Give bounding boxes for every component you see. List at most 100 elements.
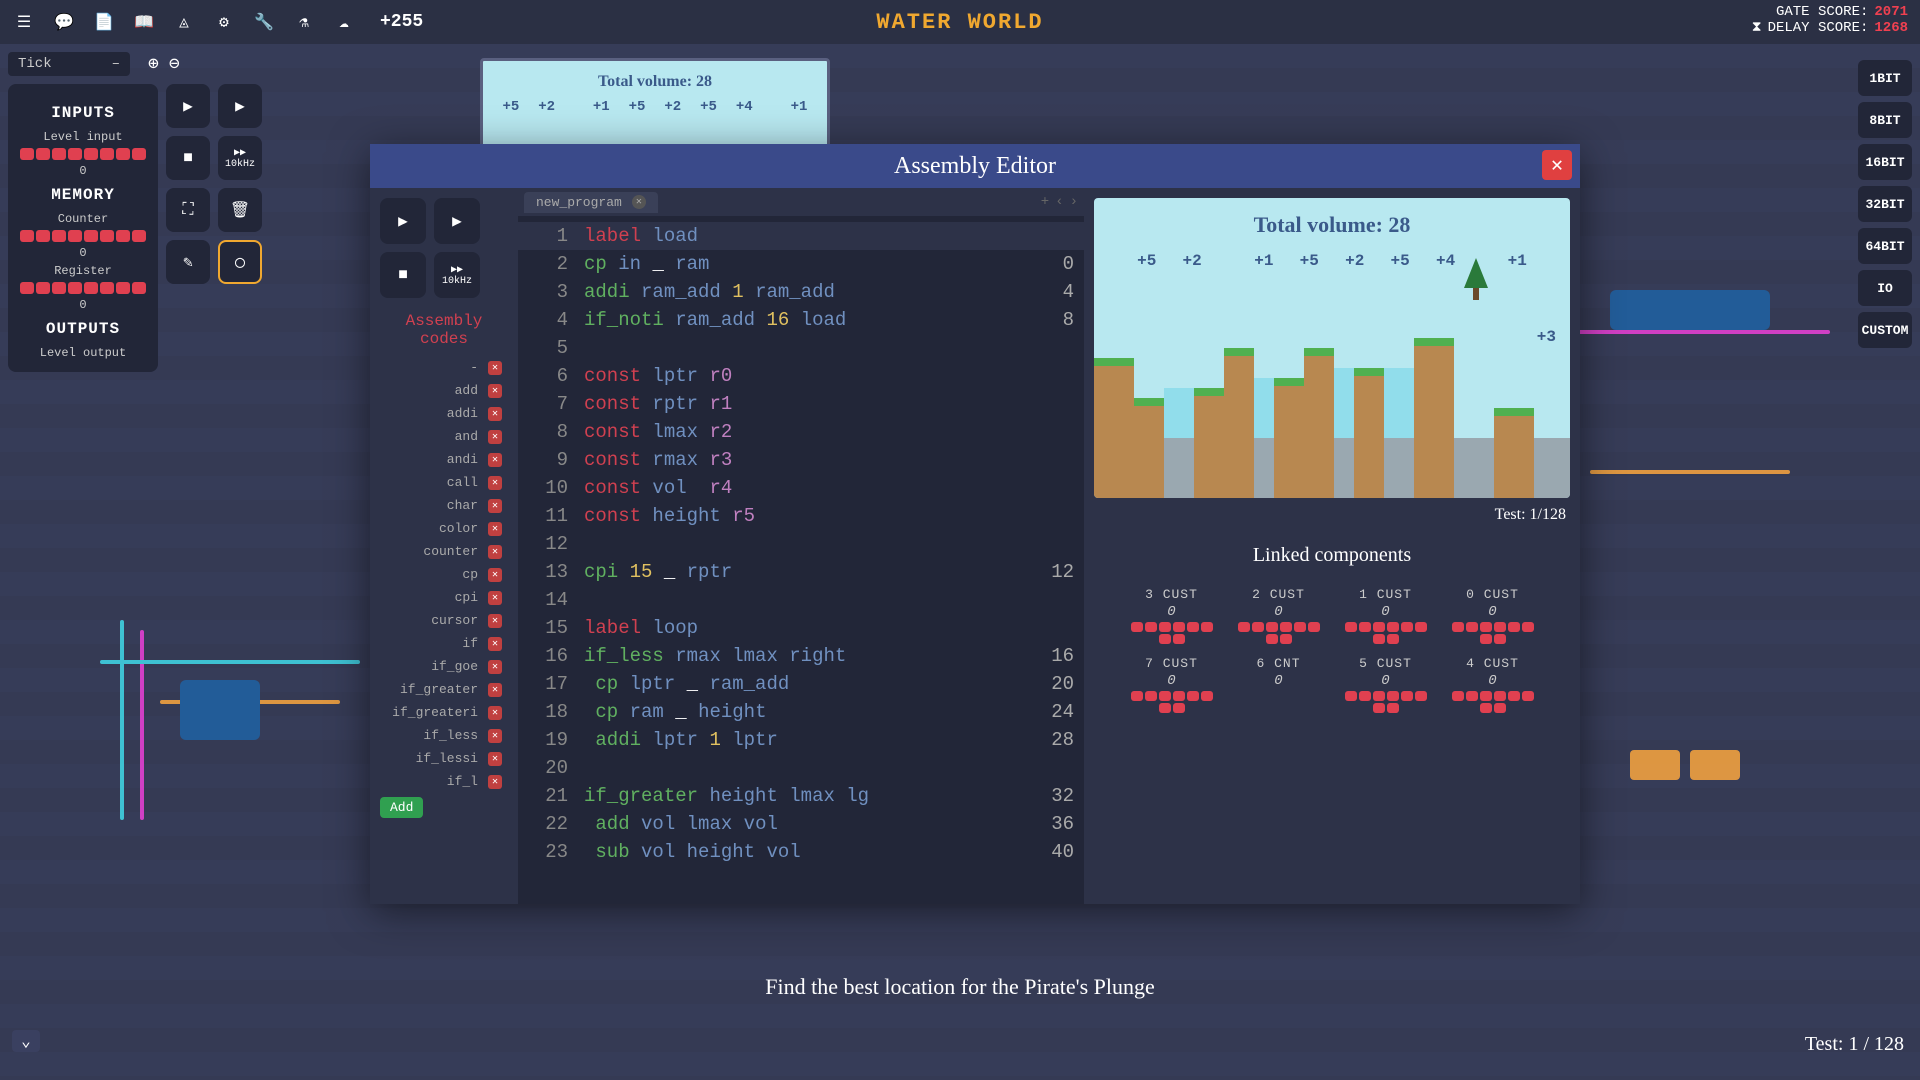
tab-close-icon[interactable]: ✕ xyxy=(632,195,646,209)
zoom-in-icon[interactable]: ⊕ xyxy=(148,53,159,75)
code-line[interactable]: 8const lmax r2 xyxy=(518,418,1084,446)
asm-delete-icon[interactable]: ✕ xyxy=(488,545,502,559)
code-line[interactable]: 9const rmax r3 xyxy=(518,446,1084,474)
fast-button[interactable]: ▶▶10kHz xyxy=(218,136,262,180)
code-line[interactable]: 21if_greater height lmax lg32 xyxy=(518,782,1084,810)
code-line[interactable]: 7const rptr r1 xyxy=(518,390,1084,418)
asm-delete-icon[interactable]: ✕ xyxy=(488,384,502,398)
code-line[interactable]: 1label load xyxy=(518,222,1084,250)
bit-32[interactable]: 32BIT xyxy=(1858,186,1912,222)
asm-item-add[interactable]: add✕ xyxy=(380,381,508,400)
asm-item-addi[interactable]: addi✕ xyxy=(380,404,508,423)
code-line[interactable]: 15label loop xyxy=(518,614,1084,642)
book-icon[interactable]: 📖 xyxy=(132,10,156,34)
code-line[interactable]: 6const lptr r0 xyxy=(518,362,1084,390)
code-line[interactable]: 22 add vol lmax vol36 xyxy=(518,810,1084,838)
code-line[interactable]: 19 addi lptr 1 lptr28 xyxy=(518,726,1084,754)
code-line[interactable]: 13cpi 15 _ rptr12 xyxy=(518,558,1084,586)
code-line[interactable]: 2cp in _ ram0 xyxy=(518,250,1084,278)
code-line[interactable]: 14 xyxy=(518,586,1084,614)
add-opcode-button[interactable]: Add xyxy=(380,797,423,818)
tick-selector[interactable]: Tick – xyxy=(8,52,130,76)
asm-item-counter[interactable]: counter✕ xyxy=(380,542,508,561)
editor-stop-button[interactable]: ■ xyxy=(380,252,426,298)
code-editor[interactable]: 1label load2cp in _ ram03addi ram_add 1 … xyxy=(518,216,1084,904)
gear-icon[interactable]: ⚙ xyxy=(212,10,236,34)
asm-delete-icon[interactable]: ✕ xyxy=(488,591,502,605)
asm-delete-icon[interactable]: ✕ xyxy=(488,361,502,375)
bit-8[interactable]: 8BIT xyxy=(1858,102,1912,138)
chat-icon[interactable]: 💬 xyxy=(52,10,76,34)
asm-item-if_greater[interactable]: if_greater✕ xyxy=(380,680,508,699)
asm-delete-icon[interactable]: ✕ xyxy=(488,683,502,697)
asm-delete-icon[interactable]: ✕ xyxy=(488,706,502,720)
asm-delete-icon[interactable]: ✕ xyxy=(488,775,502,789)
bit-custom[interactable]: CUSTOM xyxy=(1858,312,1912,348)
editor-fast-button[interactable]: ▶▶10kHz xyxy=(434,252,480,298)
asm-item-if_l[interactable]: if_l✕ xyxy=(380,772,508,791)
asm-delete-icon[interactable]: ✕ xyxy=(488,568,502,582)
asm-delete-icon[interactable]: ✕ xyxy=(488,614,502,628)
asm-item-cpi[interactable]: cpi✕ xyxy=(380,588,508,607)
tab-new-program[interactable]: new_program ✕ xyxy=(524,192,658,213)
code-line[interactable]: 10const vol r4 xyxy=(518,474,1084,502)
asm-delete-icon[interactable]: ✕ xyxy=(488,637,502,651)
code-line[interactable]: 4if_noti ram_add 16 load8 xyxy=(518,306,1084,334)
asm-item-if_lessi[interactable]: if_lessi✕ xyxy=(380,749,508,768)
asm-item-if[interactable]: if✕ xyxy=(380,634,508,653)
asm-delete-icon[interactable]: ✕ xyxy=(488,476,502,490)
zoom-out-icon[interactable]: ⊖ xyxy=(169,53,180,75)
asm-item-cp[interactable]: cp✕ xyxy=(380,565,508,584)
stop-button[interactable]: ■ xyxy=(166,136,210,180)
bit-16[interactable]: 16BIT xyxy=(1858,144,1912,180)
code-line[interactable]: 12 xyxy=(518,530,1084,558)
code-line[interactable]: 23 sub vol height vol40 xyxy=(518,838,1084,866)
editor-step-button[interactable]: ▶ xyxy=(380,198,426,244)
code-line[interactable]: 16if_less rmax lmax right16 xyxy=(518,642,1084,670)
wrench-icon[interactable]: 🔧 xyxy=(252,10,276,34)
asm-item-cursor[interactable]: cursor✕ xyxy=(380,611,508,630)
step-button[interactable]: ▶ xyxy=(166,84,210,128)
asm-delete-icon[interactable]: ✕ xyxy=(488,522,502,536)
asm-item-char[interactable]: char✕ xyxy=(380,496,508,515)
code-line[interactable]: 11const height r5 xyxy=(518,502,1084,530)
expand-button[interactable]: ⌄ xyxy=(12,1030,40,1052)
flask-icon[interactable]: ⚗ xyxy=(292,10,316,34)
delete-button[interactable]: 🗑 xyxy=(218,188,262,232)
asm-item-color[interactable]: color✕ xyxy=(380,519,508,538)
edit-button[interactable]: ✎ xyxy=(166,240,210,284)
asm-delete-icon[interactable]: ✕ xyxy=(488,430,502,444)
play-button[interactable]: ▶ xyxy=(218,84,262,128)
asm-item-call[interactable]: call✕ xyxy=(380,473,508,492)
code-line[interactable]: 17 cp lptr _ ram_add20 xyxy=(518,670,1084,698)
cloud-icon[interactable]: ☁ xyxy=(332,10,356,34)
tab-next-icon[interactable]: › xyxy=(1070,194,1078,210)
code-line[interactable]: 3addi ram_add 1 ram_add4 xyxy=(518,278,1084,306)
asm-item-if_goe[interactable]: if_goe✕ xyxy=(380,657,508,676)
plus-count[interactable]: +255 xyxy=(380,12,423,32)
menu-icon[interactable]: ☰ xyxy=(12,10,36,34)
asm-item-if_greateri[interactable]: if_greateri✕ xyxy=(380,703,508,722)
code-line[interactable]: 18 cp ram _ height24 xyxy=(518,698,1084,726)
bit-io[interactable]: IO xyxy=(1858,270,1912,306)
code-line[interactable]: 20 xyxy=(518,754,1084,782)
asm-delete-icon[interactable]: ✕ xyxy=(488,499,502,513)
code-line[interactable]: 5 xyxy=(518,334,1084,362)
asm-delete-icon[interactable]: ✕ xyxy=(488,660,502,674)
asm-delete-icon[interactable]: ✕ xyxy=(488,729,502,743)
asm-item-if_less[interactable]: if_less✕ xyxy=(380,726,508,745)
asm-item--[interactable]: -✕ xyxy=(380,358,508,377)
bit-64[interactable]: 64BIT xyxy=(1858,228,1912,264)
tab-add-icon[interactable]: + xyxy=(1041,194,1049,210)
asm-item-andi[interactable]: andi✕ xyxy=(380,450,508,469)
select-button[interactable]: ⛶ xyxy=(166,188,210,232)
record-button[interactable]: ◯ xyxy=(218,240,262,284)
bit-1[interactable]: 1BIT xyxy=(1858,60,1912,96)
tab-prev-icon[interactable]: ‹ xyxy=(1055,194,1063,210)
asm-item-and[interactable]: and✕ xyxy=(380,427,508,446)
close-button[interactable]: ✕ xyxy=(1542,150,1572,180)
file-icon[interactable]: 📄 xyxy=(92,10,116,34)
asm-delete-icon[interactable]: ✕ xyxy=(488,453,502,467)
asm-delete-icon[interactable]: ✕ xyxy=(488,407,502,421)
tree-icon[interactable]: ◬ xyxy=(172,10,196,34)
